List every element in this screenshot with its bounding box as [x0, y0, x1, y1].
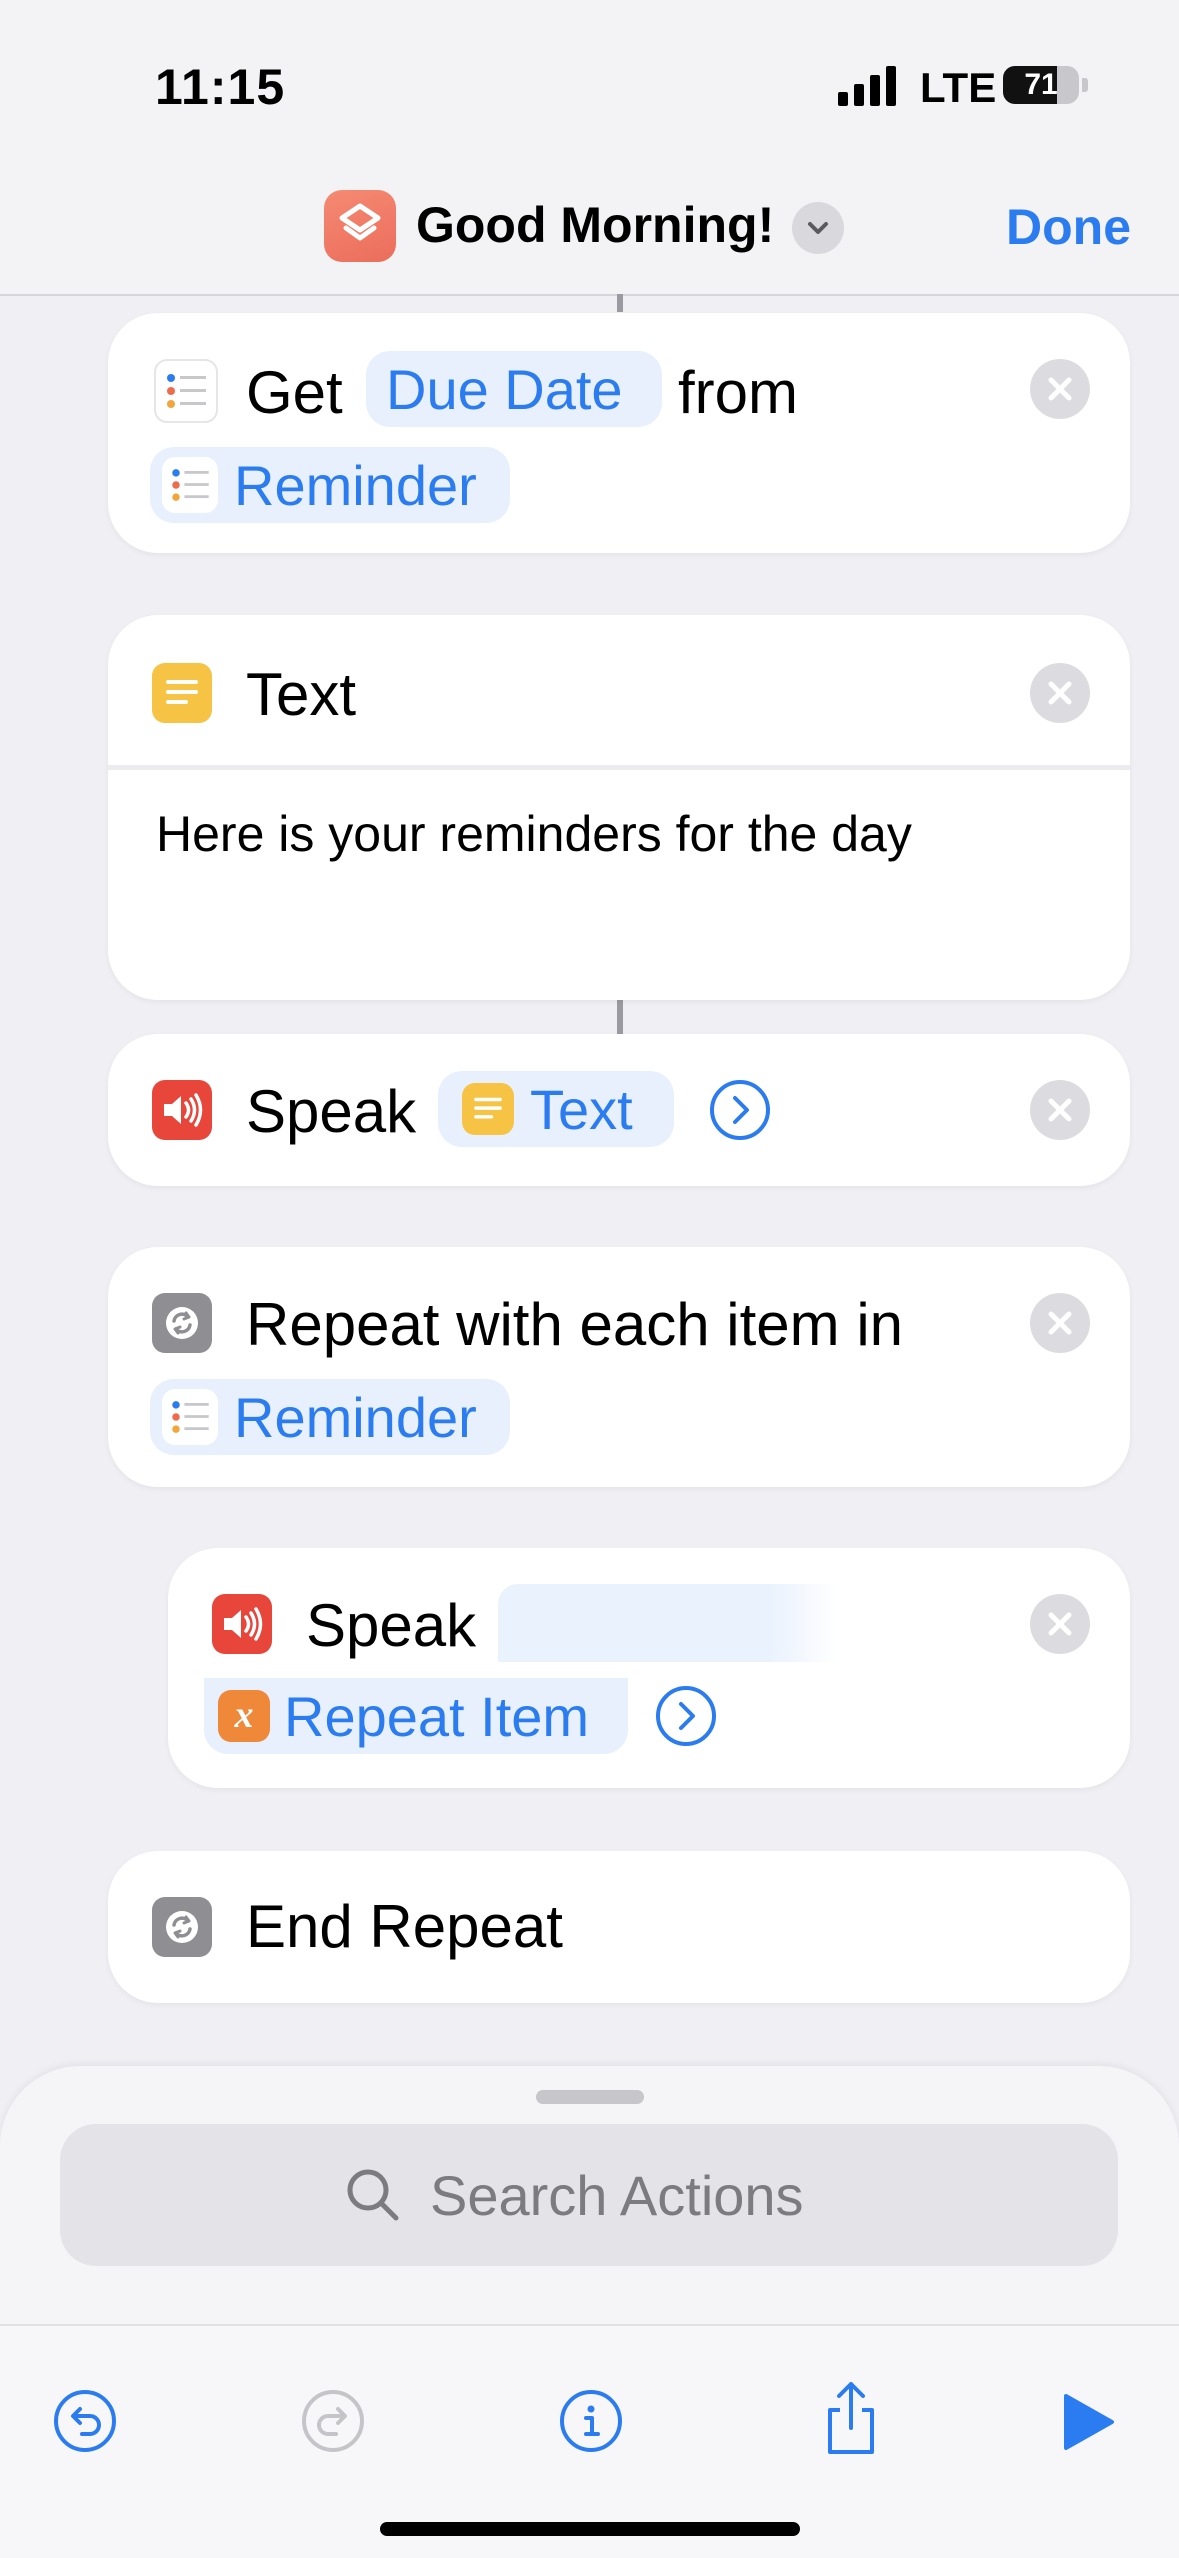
reminders-icon	[162, 457, 218, 513]
variable-icon: x	[218, 1690, 270, 1742]
title-menu-button[interactable]	[792, 202, 844, 254]
text-action-title: Text	[246, 661, 357, 728]
chevron-down-icon	[808, 222, 828, 234]
reminder-label: Reminder	[234, 1386, 477, 1449]
status-time: 11:15	[155, 59, 286, 115]
text-body-field[interactable]: Here is your reminders for the day	[156, 809, 912, 859]
flow-connector	[617, 294, 623, 312]
home-indicator	[380, 2522, 800, 2536]
speaker-icon	[212, 1594, 272, 1654]
close-icon	[1048, 1098, 1072, 1122]
search-placeholder: Search Actions	[430, 2164, 804, 2227]
close-icon	[1048, 1612, 1072, 1636]
navigation-bar: Good Morning! Done	[0, 170, 1179, 296]
action-card-end-repeat[interactable]: End Repeat	[108, 1851, 1130, 2003]
reminder-variable-token[interactable]: Reminder	[150, 1379, 510, 1455]
repeat-icon	[152, 1293, 212, 1353]
battery-percent: 71	[1024, 68, 1058, 101]
repeat-title: Repeat with each item in	[246, 1291, 904, 1358]
remove-action-button[interactable]	[1030, 1594, 1090, 1654]
remove-action-button[interactable]	[1030, 663, 1090, 723]
info-icon[interactable]	[558, 2388, 624, 2454]
actions-sheet: Search Actions	[0, 2066, 1179, 2326]
shortcut-title[interactable]: Good Morning!	[416, 196, 774, 254]
remove-action-button[interactable]	[1030, 1293, 1090, 1353]
expand-options-chevron-icon[interactable]	[654, 1684, 718, 1748]
action-card-text[interactable]: Text Here is your reminders for the day	[108, 615, 1130, 1000]
speak-verb: Speak	[246, 1078, 417, 1145]
remove-action-button[interactable]	[1030, 359, 1090, 419]
sheet-grabber[interactable]	[536, 2090, 644, 2104]
from-label: from	[678, 359, 798, 426]
text-icon	[462, 1083, 514, 1135]
reminder-label: Reminder	[234, 454, 477, 517]
status-bar: 11:15 LTE 71	[0, 0, 1179, 170]
search-icon	[347, 2169, 399, 2221]
repeat-item-variable-token[interactable]: x Repeat Item	[204, 1678, 628, 1754]
flow-connector	[617, 1000, 623, 1034]
end-repeat-title: End Repeat	[246, 1893, 563, 1960]
text-icon	[152, 663, 212, 723]
done-button[interactable]: Done	[1006, 198, 1131, 256]
due-date-token[interactable]: Due Date	[366, 351, 662, 427]
variable-glyph: x	[234, 1694, 254, 1736]
repeat-icon	[152, 1897, 212, 1957]
reminders-icon	[154, 359, 218, 423]
reminder-variable-token[interactable]: Reminder	[150, 447, 510, 523]
cellular-signal-icon	[838, 66, 896, 106]
remove-action-button[interactable]	[1030, 1080, 1090, 1140]
close-icon	[1048, 377, 1072, 401]
play-icon[interactable]	[1060, 2392, 1116, 2452]
repeat-item-label: Repeat Item	[284, 1685, 590, 1748]
get-verb: Get	[246, 359, 343, 426]
action-card-speak[interactable]: Speak Text	[108, 1034, 1130, 1186]
shortcuts-layers-icon	[339, 203, 381, 241]
network-type: LTE	[920, 64, 997, 111]
battery-cap	[1082, 78, 1088, 92]
speaker-icon	[152, 1080, 212, 1140]
close-icon	[1048, 681, 1072, 705]
undo-icon[interactable]	[52, 2388, 118, 2454]
action-card-speak-nested[interactable]: Speak x Repeat Item	[168, 1548, 1130, 1788]
text-divider	[108, 765, 1130, 770]
action-card-repeat[interactable]: Repeat with each item in Reminder	[108, 1247, 1130, 1487]
reminders-icon	[162, 1389, 218, 1445]
action-card-get-details[interactable]: Get Due Date from Reminder	[108, 313, 1130, 553]
search-actions-field[interactable]: Search Actions	[60, 2124, 1118, 2266]
due-date-label: Due Date	[386, 358, 623, 421]
battery-icon: 71	[1003, 66, 1079, 104]
share-icon[interactable]	[818, 2378, 884, 2458]
redo-icon[interactable]	[300, 2388, 366, 2454]
speak-verb: Speak	[306, 1592, 477, 1659]
bottom-toolbar	[0, 2324, 1179, 2558]
close-icon	[1048, 1311, 1072, 1335]
expand-options-chevron-icon[interactable]	[708, 1078, 772, 1142]
token-highlight	[498, 1584, 838, 1662]
text-variable-token[interactable]: Text	[438, 1071, 674, 1147]
text-variable-label: Text	[530, 1078, 633, 1141]
shortcut-app-icon[interactable]	[324, 190, 396, 262]
